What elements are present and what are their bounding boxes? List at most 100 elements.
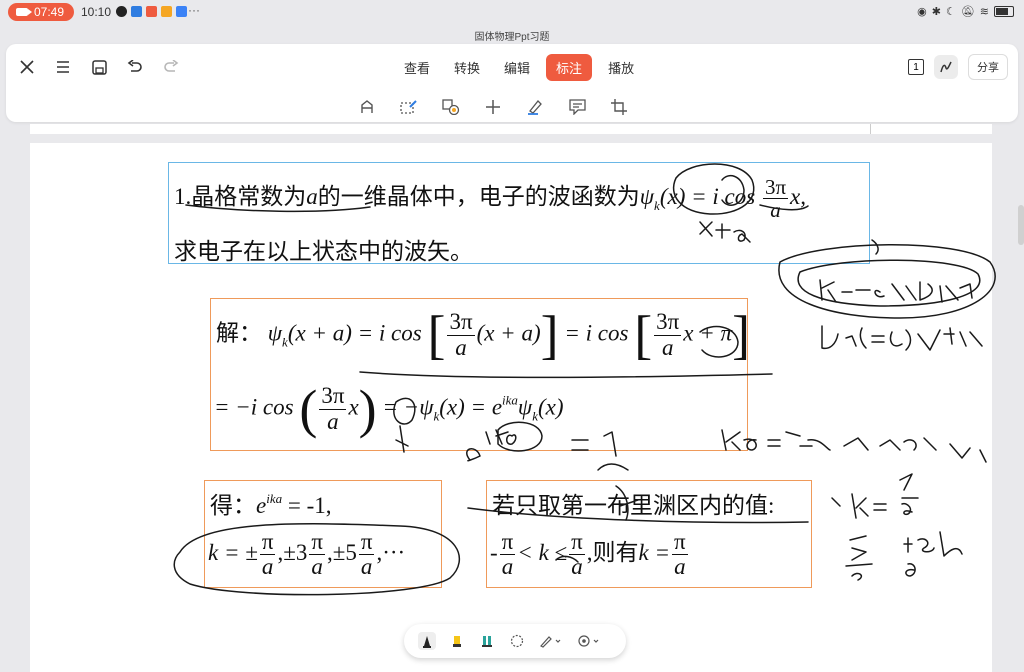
equation-part: e — [256, 493, 267, 518]
camera-icon — [16, 8, 32, 16]
equation-part: = -1, — [282, 493, 332, 518]
equation-part: ,±5 — [326, 539, 357, 565]
fraction: πa — [672, 529, 688, 580]
text-select-icon[interactable] — [356, 96, 378, 118]
fraction-numerator: π — [259, 529, 276, 556]
equation-part: ,±3 — [277, 539, 308, 565]
equation-part: (x) — [538, 394, 564, 420]
mode-tabs: 查看 转换 编辑 标注 播放 — [396, 54, 642, 81]
tab-convert[interactable]: 转换 — [446, 54, 488, 81]
equation-part: (x + a) = i cos — [287, 320, 422, 346]
redo-icon[interactable] — [160, 56, 182, 78]
question-text: 1.晶格常数为 — [174, 183, 307, 209]
solution-line-2: = −i cos (3π a x) = −ψk(x) = eikaψk(x) — [214, 382, 564, 436]
equation-part: = −ψ — [382, 394, 434, 420]
result-label: 得： — [210, 493, 256, 518]
equation-part: (x + a) — [476, 320, 541, 346]
fraction-denominator: a — [770, 198, 781, 223]
pencil-dropdown-icon[interactable] — [538, 632, 564, 650]
wifi-icon: ≋ — [979, 6, 989, 18]
equation-part: = i cos — [691, 183, 756, 209]
share-button[interactable]: 分享 — [968, 54, 1008, 80]
fraction-denominator: a — [360, 554, 373, 580]
shape-icon[interactable] — [440, 96, 462, 118]
scrollbar-thumb[interactable] — [1018, 205, 1024, 245]
tab-view[interactable]: 查看 — [396, 54, 438, 81]
fraction-numerator: π — [358, 529, 375, 556]
question-line-2: 求电子在以上状态中的波矢。 — [174, 239, 473, 264]
left-bracket: [ — [634, 305, 653, 365]
fraction: πa — [569, 529, 585, 579]
equation-part: k = — [638, 539, 671, 565]
toolbar: 查看 转换 编辑 标注 播放 1 分享 — [6, 44, 1018, 122]
equation-part: = i cos — [564, 320, 629, 346]
fraction-numerator: π — [569, 529, 585, 556]
app-icon — [146, 6, 157, 17]
qq-icon — [116, 6, 127, 17]
plus-icon[interactable] — [482, 96, 504, 118]
highlighter-icon[interactable] — [448, 632, 466, 650]
solution-line-1: 解： ψk(x + a) = i cos [3π a (x + a)] = i co… — [216, 308, 750, 362]
brillouin-title: 若只取第一布里渊区内的值: — [492, 493, 775, 518]
superscript: ika — [502, 392, 518, 408]
fraction-denominator: a — [261, 554, 274, 580]
right-bracket: ] — [732, 305, 751, 365]
fraction-numerator: 3π — [447, 309, 475, 336]
fraction: πa — [309, 529, 325, 579]
undo-icon[interactable] — [124, 56, 146, 78]
annotation-pen-bar — [404, 624, 626, 658]
psi-symbol: ψ — [267, 320, 283, 346]
pen-icon[interactable] — [418, 632, 436, 650]
recording-indicator[interactable]: 07:49 — [8, 3, 74, 21]
status-bar: 07:49 10:10 ··· ◉ ✱ ☾ 🔕︎ ≋ — [0, 0, 1024, 24]
save-icon[interactable] — [88, 56, 110, 78]
battery-icon — [994, 6, 1014, 17]
equation-part: x — [348, 394, 359, 420]
question-line-1: 1.晶格常数为a的一维晶体中，电子的波函数为ψk(x) = i cos 3π a x… — [174, 176, 806, 221]
more-notifications-icon: ··· — [188, 3, 200, 17]
lasso-icon[interactable] — [508, 632, 526, 650]
fraction: πa — [259, 529, 276, 580]
equation-part: ,··· — [376, 539, 406, 565]
fraction-denominator: a — [455, 334, 467, 360]
recording-time: 07:49 — [34, 5, 65, 19]
fraction-numerator: π — [309, 529, 325, 556]
tab-play[interactable]: 播放 — [600, 54, 642, 81]
moon-icon: ☾ — [945, 6, 956, 18]
fraction-denominator: a — [674, 554, 686, 580]
mute-icon: 🔕︎ — [960, 6, 975, 18]
solution-label: 解： — [216, 320, 262, 346]
menu-icon[interactable] — [52, 56, 74, 78]
equation-part: < k ≤ — [517, 539, 568, 565]
previous-slide-edge — [30, 124, 992, 134]
brillouin-line-2: - π a < k ≤ π a ,则有k = π a — [490, 529, 690, 580]
highlighter-icon[interactable] — [524, 96, 546, 118]
eye-icon: ◉ — [917, 6, 927, 18]
system-icons: ◉ ✱ ☾ 🔕︎ ≋ — [917, 5, 1014, 18]
toolbar-left — [16, 56, 182, 78]
page-count-badge[interactable]: 1 — [908, 59, 924, 75]
eraser-dropdown-icon[interactable] — [576, 632, 602, 650]
fraction-numerator: π — [672, 529, 688, 556]
equation-part: = −i cos — [214, 394, 294, 420]
comment-icon[interactable] — [566, 96, 588, 118]
annotation-toolbar — [356, 96, 630, 118]
equation-part: (x) = e — [439, 394, 503, 420]
result-line-2: k = ± π a ,±3 π a ,±5 π a ,··· — [208, 529, 406, 580]
fraction: 3π a — [654, 310, 682, 359]
toolbar-right: 1 分享 — [908, 54, 1008, 80]
document-title: 固体物理Ppt习题 — [474, 32, 550, 43]
crop-icon[interactable] — [608, 96, 630, 118]
shape-edit-icon[interactable] — [398, 96, 420, 118]
argument: (x) — [659, 183, 686, 209]
notification-icons — [116, 6, 187, 17]
app-icon — [161, 6, 172, 17]
marker-icon[interactable] — [478, 632, 496, 650]
close-icon[interactable] — [16, 56, 38, 78]
fraction: 3π a — [319, 384, 347, 433]
handwriting-icon[interactable] — [934, 55, 958, 79]
bluetooth-icon: ✱ — [931, 6, 941, 18]
question-var: a — [306, 183, 318, 209]
tab-annotate[interactable]: 标注 — [546, 54, 593, 81]
tab-edit[interactable]: 编辑 — [496, 54, 538, 81]
